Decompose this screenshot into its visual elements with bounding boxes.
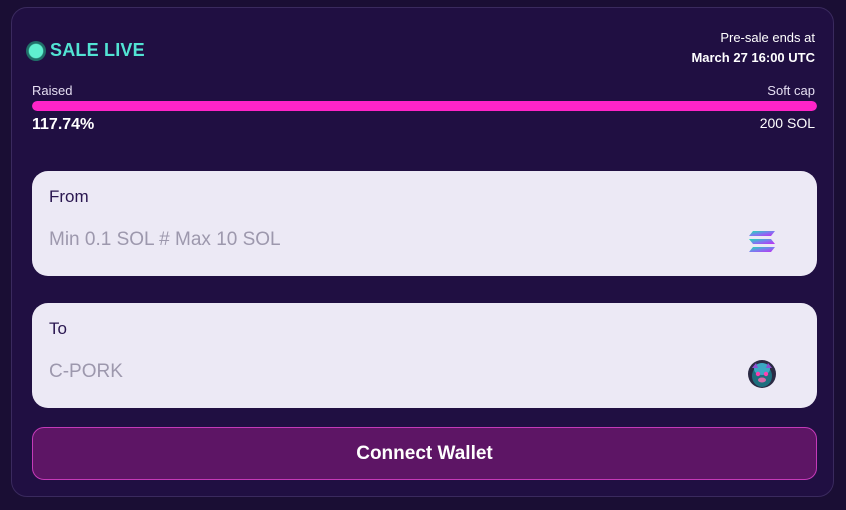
softcap-label: Soft cap	[767, 83, 815, 98]
from-field: From	[32, 171, 817, 276]
raised-label: Raised	[32, 83, 73, 98]
raised-percent: 117.74%	[32, 116, 95, 133]
softcap-value: 200 SOL	[759, 115, 815, 131]
to-amount-input[interactable]	[49, 361, 709, 383]
presale-ends-label: Pre-sale ends at	[720, 30, 815, 45]
raise-progress-fill	[32, 101, 817, 111]
to-field: To	[32, 303, 817, 408]
to-label: To	[49, 319, 67, 338]
connect-wallet-button[interactable]: Connect Wallet	[32, 427, 817, 480]
solana-icon	[747, 227, 777, 257]
presale-end-info: Pre-sale ends at March 27 16:00 UTC	[691, 28, 815, 68]
sale-status: SALE LIVE	[26, 40, 145, 61]
from-amount-input[interactable]	[49, 229, 709, 251]
c-pork-token-icon	[747, 359, 777, 389]
sale-status-label: SALE LIVE	[50, 40, 145, 60]
from-label: From	[49, 187, 89, 206]
live-indicator-icon	[26, 40, 46, 61]
raise-progress-bar	[32, 101, 817, 111]
presale-ends-date: March 27 16:00 UTC	[691, 50, 815, 65]
presale-card: SALE LIVE Pre-sale ends at March 27 16:0…	[11, 7, 834, 497]
